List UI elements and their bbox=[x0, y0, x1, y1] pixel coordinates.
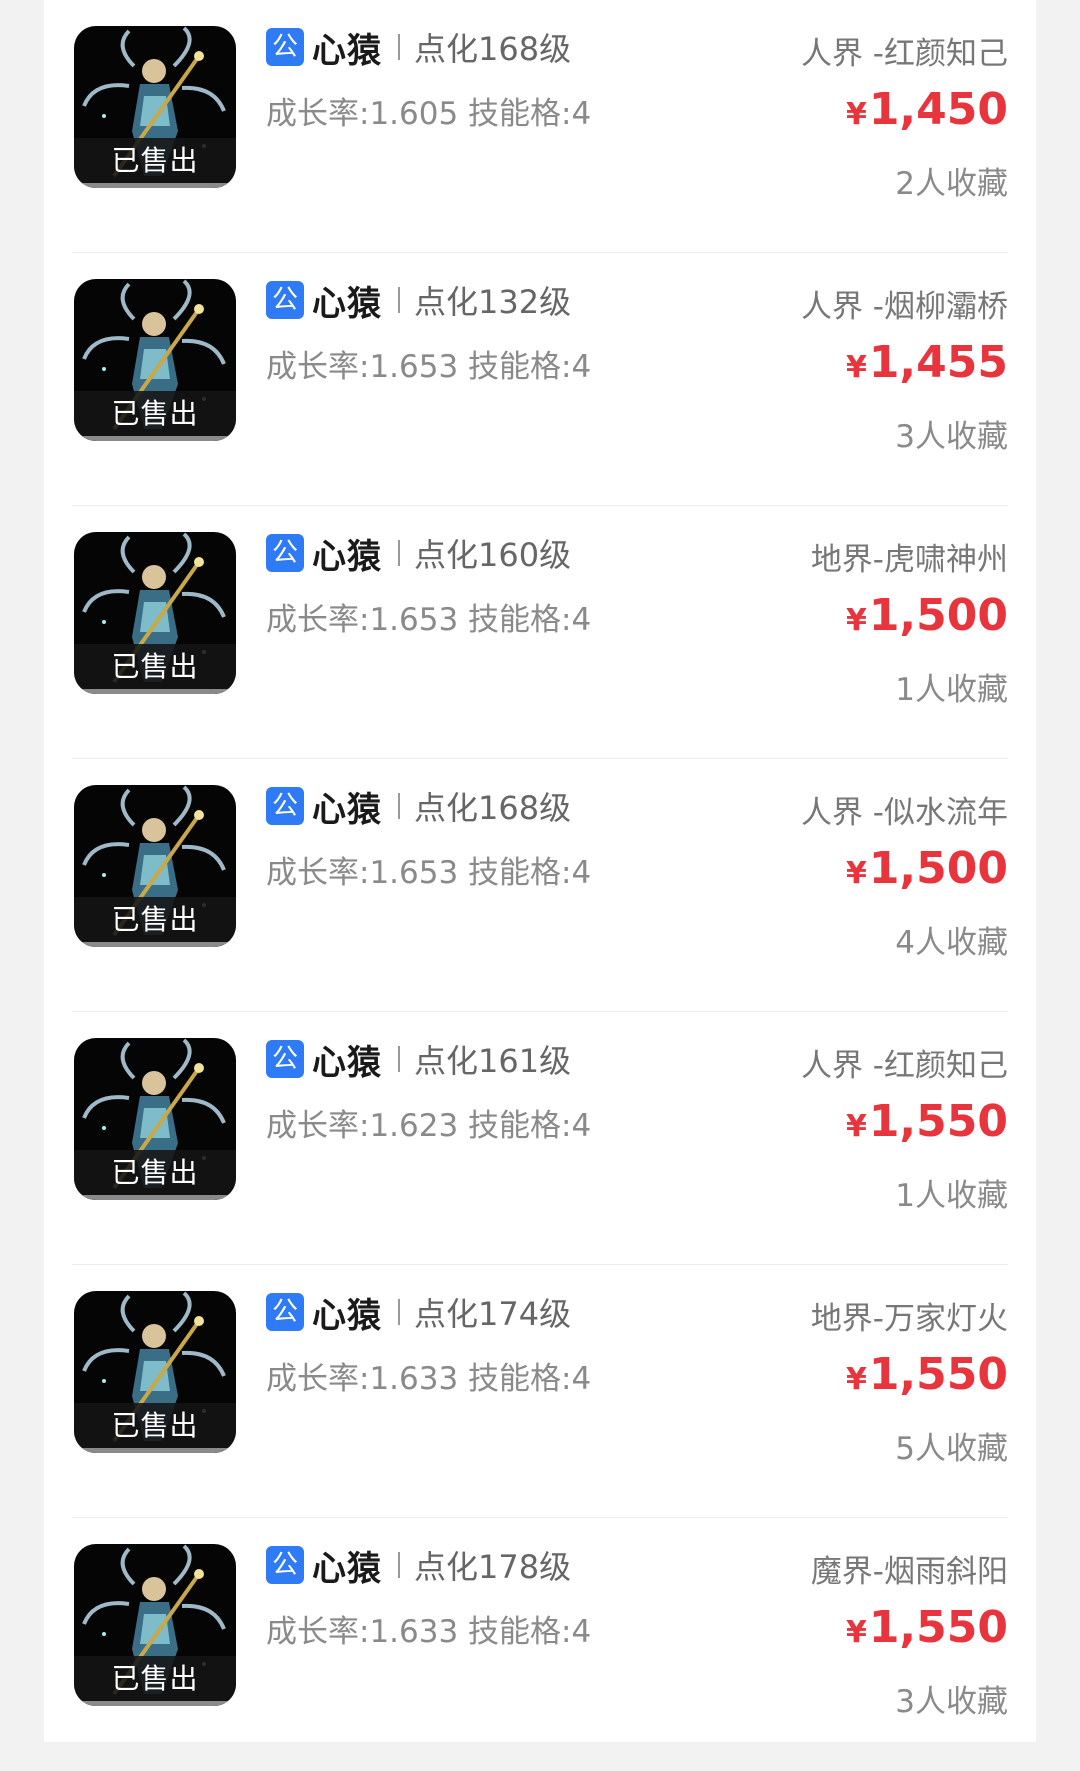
currency-symbol: ¥ bbox=[845, 1109, 867, 1144]
currency-symbol: ¥ bbox=[845, 1615, 867, 1650]
list-item[interactable]: 已售出 公 心猿 点化168级 成长率:1.653 技能格:4 人界 -似水流年… bbox=[72, 759, 1008, 1012]
currency-symbol: ¥ bbox=[845, 603, 867, 638]
price-value: 1,550 bbox=[868, 1349, 1008, 1400]
pet-level: 点化160级 bbox=[414, 536, 572, 574]
pet-thumbnail[interactable]: 已售出 bbox=[74, 1291, 236, 1453]
server-name: 人界 -烟柳灞桥 bbox=[800, 289, 1008, 325]
price-value: 1,550 bbox=[868, 1602, 1008, 1653]
pet-stats: 成长率:1.623 技能格:4 bbox=[266, 1108, 592, 1144]
divider bbox=[398, 34, 400, 60]
favorites-count: 2人收藏 bbox=[895, 166, 1008, 202]
pet-level: 点化178级 bbox=[414, 1548, 572, 1586]
list-item[interactable]: 已售出 公 心猿 点化168级 成长率:1.605 技能格:4 人界 -红颜知己… bbox=[72, 0, 1008, 253]
server-name: 人界 -红颜知己 bbox=[800, 1048, 1008, 1084]
price: ¥1,455 bbox=[846, 337, 1008, 388]
sold-label: 已售出 bbox=[74, 644, 236, 694]
divider bbox=[398, 1552, 400, 1578]
price-value: 1,550 bbox=[868, 1096, 1008, 1147]
list-item[interactable]: 已售出 公 心猿 点化174级 成长率:1.633 技能格:4 地界-万家灯火 … bbox=[72, 1265, 1008, 1518]
pet-level: 点化174级 bbox=[414, 1295, 572, 1333]
listing-panel: 已售出 公 心猿 点化168级 成长率:1.605 技能格:4 人界 -红颜知己… bbox=[44, 0, 1036, 1742]
public-badge: 公 bbox=[266, 1293, 304, 1331]
pet-name: 心猿 bbox=[312, 1548, 382, 1589]
sold-label: 已售出 bbox=[74, 391, 236, 441]
pet-stats: 成长率:1.633 技能格:4 bbox=[266, 1614, 592, 1650]
favorites-count: 5人收藏 bbox=[895, 1431, 1008, 1467]
pet-level: 点化168级 bbox=[414, 30, 572, 68]
favorites-count: 3人收藏 bbox=[895, 1684, 1008, 1720]
pet-name: 心猿 bbox=[312, 1042, 382, 1083]
pet-stats: 成长率:1.653 技能格:4 bbox=[266, 349, 592, 385]
pet-level: 点化161级 bbox=[414, 1042, 572, 1080]
title-row: 公 心猿 点化132级 bbox=[266, 279, 572, 324]
pet-stats: 成长率:1.633 技能格:4 bbox=[266, 1361, 592, 1397]
sold-label: 已售出 bbox=[74, 138, 236, 188]
pet-level: 点化168级 bbox=[414, 789, 572, 827]
pet-stats: 成长率:1.653 技能格:4 bbox=[266, 855, 592, 891]
price: ¥1,550 bbox=[846, 1349, 1008, 1400]
title-row: 公 心猿 点化161级 bbox=[266, 1038, 572, 1083]
public-badge: 公 bbox=[266, 28, 304, 66]
price-value: 1,500 bbox=[868, 843, 1008, 894]
price-value: 1,455 bbox=[868, 337, 1008, 388]
divider bbox=[398, 1046, 400, 1072]
divider bbox=[398, 540, 400, 566]
favorites-count: 3人收藏 bbox=[895, 419, 1008, 455]
public-badge: 公 bbox=[266, 534, 304, 572]
sold-label: 已售出 bbox=[74, 1403, 236, 1453]
pet-thumbnail[interactable]: 已售出 bbox=[74, 785, 236, 947]
currency-symbol: ¥ bbox=[845, 350, 867, 385]
currency-symbol: ¥ bbox=[845, 856, 867, 891]
price: ¥1,500 bbox=[846, 590, 1008, 641]
title-row: 公 心猿 点化160级 bbox=[266, 532, 572, 577]
pet-thumbnail[interactable]: 已售出 bbox=[74, 26, 236, 188]
currency-symbol: ¥ bbox=[845, 97, 867, 132]
server-name: 人界 -红颜知己 bbox=[800, 36, 1008, 72]
title-row: 公 心猿 点化168级 bbox=[266, 26, 572, 71]
server-name: 地界-万家灯火 bbox=[810, 1301, 1008, 1337]
price: ¥1,450 bbox=[846, 84, 1008, 135]
public-badge: 公 bbox=[266, 1546, 304, 1584]
title-row: 公 心猿 点化174级 bbox=[266, 1291, 572, 1336]
price-value: 1,450 bbox=[868, 84, 1008, 135]
public-badge: 公 bbox=[266, 281, 304, 319]
price: ¥1,550 bbox=[846, 1602, 1008, 1653]
list-item[interactable]: 已售出 公 心猿 点化178级 成长率:1.633 技能格:4 魔界-烟雨斜阳 … bbox=[72, 1518, 1008, 1771]
list-item[interactable]: 已售出 公 心猿 点化160级 成长率:1.653 技能格:4 地界-虎啸神州 … bbox=[72, 506, 1008, 759]
pet-level: 点化132级 bbox=[414, 283, 572, 321]
price-value: 1,500 bbox=[868, 590, 1008, 641]
server-name: 魔界-烟雨斜阳 bbox=[810, 1554, 1008, 1590]
pet-thumbnail[interactable]: 已售出 bbox=[74, 1038, 236, 1200]
favorites-count: 1人收藏 bbox=[895, 672, 1008, 708]
sold-label: 已售出 bbox=[74, 1656, 236, 1706]
title-row: 公 心猿 点化168级 bbox=[266, 785, 572, 830]
pet-name: 心猿 bbox=[312, 789, 382, 830]
pet-name: 心猿 bbox=[312, 283, 382, 324]
pet-name: 心猿 bbox=[312, 1295, 382, 1336]
server-name: 地界-虎啸神州 bbox=[810, 542, 1008, 578]
favorites-count: 1人收藏 bbox=[895, 1178, 1008, 1214]
public-badge: 公 bbox=[266, 1040, 304, 1078]
price: ¥1,550 bbox=[846, 1096, 1008, 1147]
pet-name: 心猿 bbox=[312, 536, 382, 577]
public-badge: 公 bbox=[266, 787, 304, 825]
pet-stats: 成长率:1.605 技能格:4 bbox=[266, 96, 592, 132]
pet-name: 心猿 bbox=[312, 30, 382, 71]
list-item[interactable]: 已售出 公 心猿 点化161级 成长率:1.623 技能格:4 人界 -红颜知己… bbox=[72, 1012, 1008, 1265]
sold-label: 已售出 bbox=[74, 897, 236, 947]
sold-label: 已售出 bbox=[74, 1150, 236, 1200]
divider bbox=[398, 1299, 400, 1325]
pet-stats: 成长率:1.653 技能格:4 bbox=[266, 602, 592, 638]
pet-thumbnail[interactable]: 已售出 bbox=[74, 532, 236, 694]
server-name: 人界 -似水流年 bbox=[800, 795, 1008, 831]
currency-symbol: ¥ bbox=[845, 1362, 867, 1397]
price: ¥1,500 bbox=[846, 843, 1008, 894]
divider bbox=[398, 287, 400, 313]
divider bbox=[398, 793, 400, 819]
pet-thumbnail[interactable]: 已售出 bbox=[74, 1544, 236, 1706]
pet-thumbnail[interactable]: 已售出 bbox=[74, 279, 236, 441]
title-row: 公 心猿 点化178级 bbox=[266, 1544, 572, 1589]
list-item[interactable]: 已售出 公 心猿 点化132级 成长率:1.653 技能格:4 人界 -烟柳灞桥… bbox=[72, 253, 1008, 506]
favorites-count: 4人收藏 bbox=[895, 925, 1008, 961]
